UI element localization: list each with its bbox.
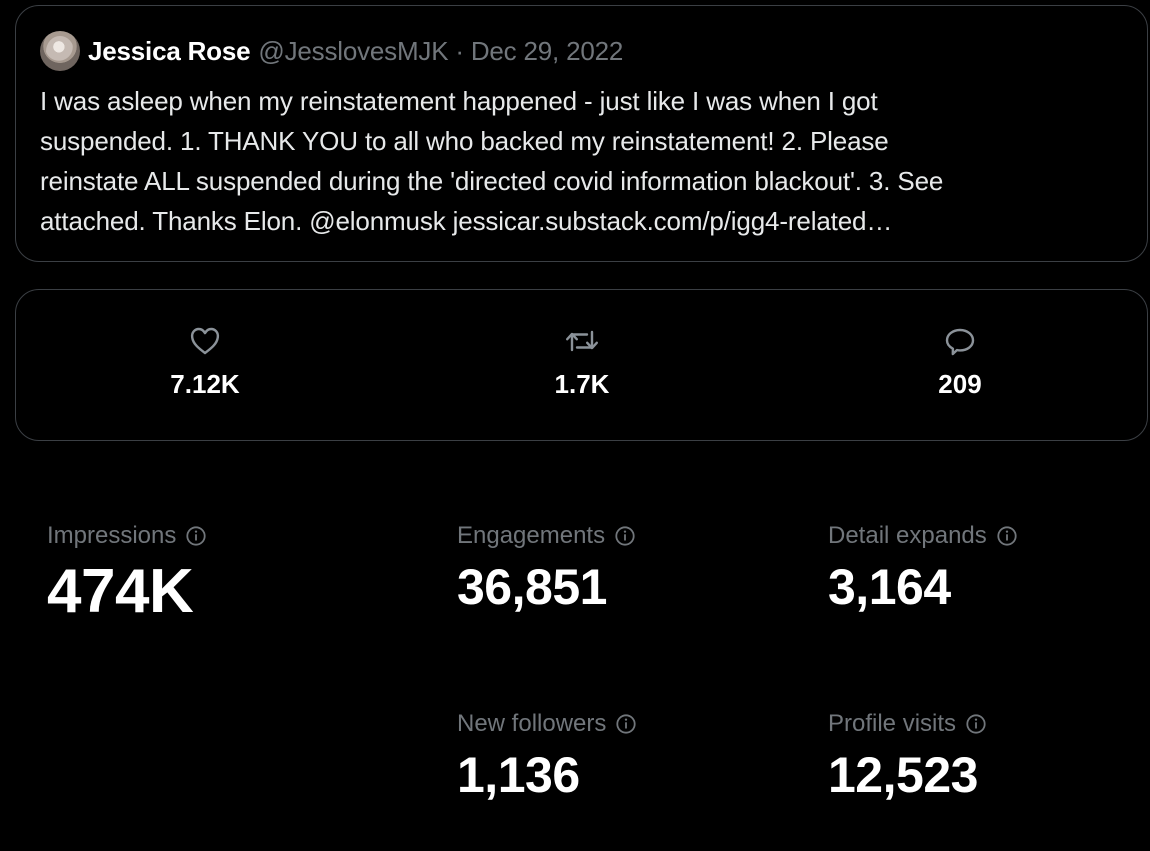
tweet-text-line[interactable]: attached. Thanks Elon. @elonmusk jessica… xyxy=(40,201,1125,241)
replies-stat[interactable]: 209 xyxy=(880,326,1040,400)
engagement-stats-card: 7.12K 1.7K 209 xyxy=(15,289,1148,441)
impressions-metric: Impressions 474K xyxy=(47,522,206,627)
detail-expands-value: 3,164 xyxy=(828,559,951,615)
retweets-count: 1.7K xyxy=(554,369,610,399)
tweet-text-line: suspended. 1. THANK YOU to all who backe… xyxy=(40,126,889,156)
heart-icon xyxy=(190,327,220,355)
new-followers-metric: New followers 1,136 xyxy=(457,710,636,804)
tweet-text-line: reinstate ALL suspended during the 'dire… xyxy=(40,166,944,196)
engagements-value: 36,851 xyxy=(457,559,607,615)
author-name[interactable]: Jessica Rose xyxy=(88,36,251,67)
retweet-icon xyxy=(566,330,598,352)
new-followers-label: New followers xyxy=(457,710,607,737)
info-icon[interactable] xyxy=(615,526,635,546)
engagements-metric: Engagements 36,851 xyxy=(457,522,635,616)
info-icon[interactable] xyxy=(966,714,986,734)
retweets-stat[interactable]: 1.7K xyxy=(502,326,662,400)
profile-visits-label: Profile visits xyxy=(828,710,957,737)
tweet-text: I was asleep when my reinstatement happe… xyxy=(40,81,1125,241)
replies-count: 209 xyxy=(938,369,982,399)
detail-expands-label: Detail expands xyxy=(828,522,987,549)
tweet-header: Jessica Rose @JesslovesMJK · Dec 29, 202… xyxy=(40,30,623,72)
info-icon[interactable] xyxy=(186,526,206,546)
impressions-label: Impressions xyxy=(47,522,177,549)
likes-count: 7.12K xyxy=(170,369,240,399)
detail-expands-metric: Detail expands 3,164 xyxy=(828,522,1017,616)
reply-icon xyxy=(945,328,975,356)
profile-visits-value: 12,523 xyxy=(828,747,978,803)
likes-stat[interactable]: 7.12K xyxy=(125,326,285,400)
engagements-label: Engagements xyxy=(457,522,606,549)
impressions-value: 474K xyxy=(47,557,194,626)
avatar[interactable] xyxy=(40,31,80,71)
info-icon[interactable] xyxy=(616,714,636,734)
tweet-card[interactable]: Jessica Rose @JesslovesMJK · Dec 29, 202… xyxy=(15,5,1148,262)
profile-visits-metric: Profile visits 12,523 xyxy=(828,710,986,804)
info-icon[interactable] xyxy=(997,526,1017,546)
tweet-text-line: I was asleep when my reinstatement happe… xyxy=(40,86,878,116)
new-followers-value: 1,136 xyxy=(457,747,580,803)
author-handle-date[interactable]: @JesslovesMJK · Dec 29, 2022 xyxy=(258,36,623,67)
